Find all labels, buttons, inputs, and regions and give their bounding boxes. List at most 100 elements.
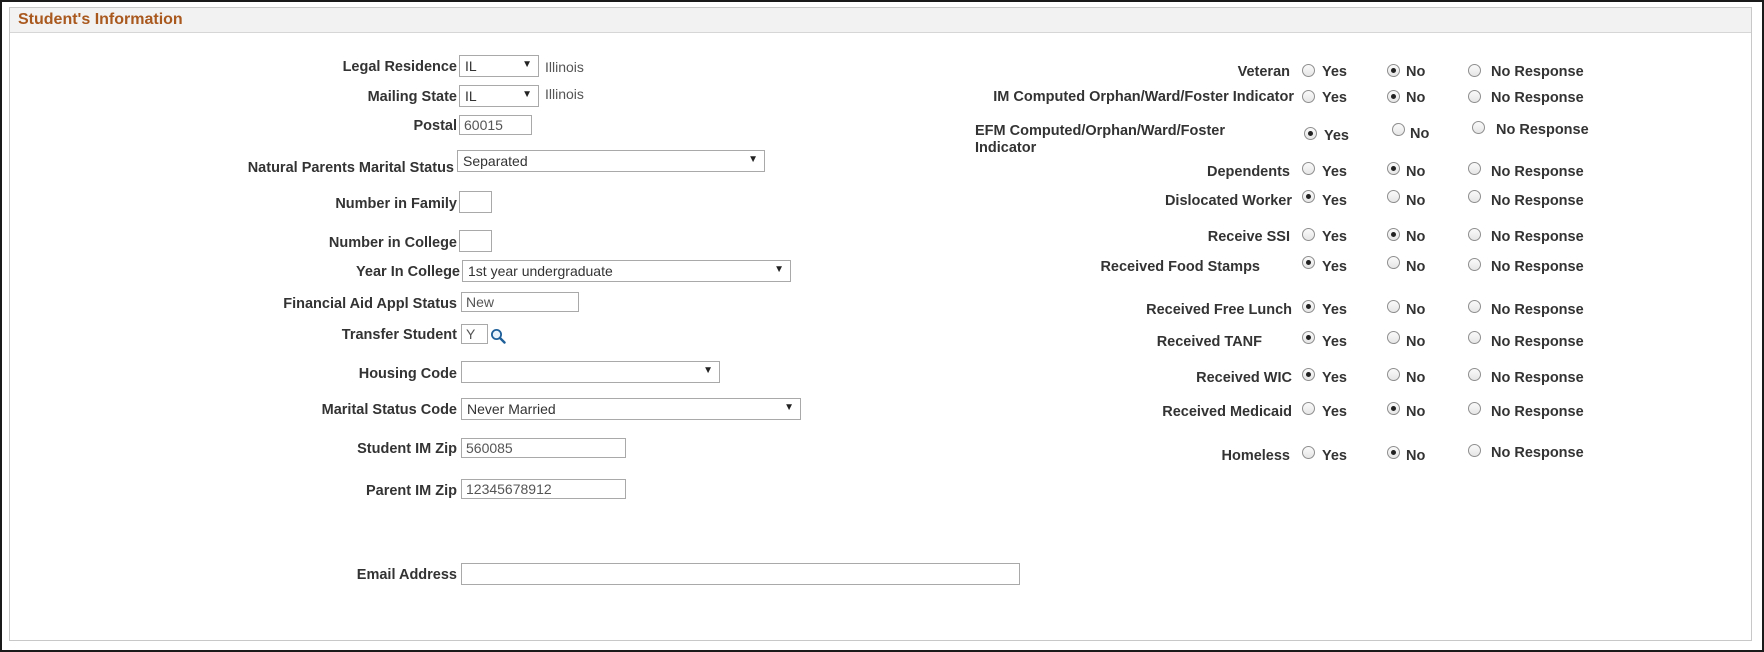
homeless-label: Homeless xyxy=(1221,448,1290,464)
chevron-down-icon: ▼ xyxy=(784,402,794,413)
housing-code-label: Housing Code xyxy=(358,366,457,382)
receive-ssi-no-radio[interactable] xyxy=(1387,228,1400,241)
received-food-stamps-no-radio[interactable] xyxy=(1387,256,1400,269)
receive-ssi-no-response-option-label: No Response xyxy=(1491,229,1584,245)
received-medicaid-no-response-option-label: No Response xyxy=(1491,404,1584,420)
chevron-down-icon: ▼ xyxy=(522,59,532,70)
number-in-college-input[interactable] xyxy=(459,230,492,252)
panel-title: Student's Information xyxy=(18,11,183,28)
dependents-label: Dependents xyxy=(1207,164,1290,180)
chevron-down-icon: ▼ xyxy=(748,154,758,165)
number-in-college-label: Number in College xyxy=(328,235,457,251)
student-im-zip-input[interactable]: 560085 xyxy=(461,438,626,458)
received-free-lunch-no-response-radio[interactable] xyxy=(1468,300,1481,313)
veteran-no-option-label: No xyxy=(1406,64,1426,80)
veteran-no-response-option-label: No Response xyxy=(1491,64,1584,80)
receive-ssi-yes-radio[interactable] xyxy=(1302,228,1315,241)
parents-marital-status-select[interactable]: Separated ▼ xyxy=(457,150,765,172)
received-wic-no-radio[interactable] xyxy=(1387,368,1400,381)
received-medicaid-yes-option-label: Yes xyxy=(1322,404,1347,420)
received-food-stamps-yes-radio[interactable] xyxy=(1302,256,1315,269)
received-wic-no-response-option-label: No Response xyxy=(1491,370,1584,386)
im-computed-orphan-ward-foster-indicator-no-option-label: No xyxy=(1406,90,1426,106)
dislocated-worker-yes-radio[interactable] xyxy=(1302,190,1315,203)
veteran-no-radio[interactable] xyxy=(1387,64,1400,77)
received-medicaid-label: Received Medicaid xyxy=(1162,404,1292,420)
received-medicaid-yes-radio[interactable] xyxy=(1302,402,1315,415)
received-tanf-yes-option-label: Yes xyxy=(1322,334,1347,350)
received-food-stamps-yes-option-label: Yes xyxy=(1322,259,1347,275)
dependents-no-response-radio[interactable] xyxy=(1468,162,1481,175)
postal-input[interactable]: 60015 xyxy=(459,115,532,135)
veteran-no-response-radio[interactable] xyxy=(1468,64,1481,77)
search-icon[interactable] xyxy=(490,328,506,344)
im-computed-orphan-ward-foster-indicator-no-response-radio[interactable] xyxy=(1468,90,1481,103)
parents-marital-status-label: Natural Parents Marital Status xyxy=(247,160,454,176)
number-in-family-label: Number in Family xyxy=(335,196,457,212)
mailing-state-select[interactable]: IL ▼ xyxy=(459,85,539,107)
legal-residence-select[interactable]: IL ▼ xyxy=(459,55,539,77)
im-computed-orphan-ward-foster-indicator-no-radio[interactable] xyxy=(1387,90,1400,103)
chevron-down-icon: ▼ xyxy=(522,89,532,100)
homeless-no-response-radio[interactable] xyxy=(1468,444,1481,457)
received-free-lunch-no-option-label: No xyxy=(1406,302,1426,318)
receive-ssi-yes-option-label: Yes xyxy=(1322,229,1347,245)
received-medicaid-no-radio[interactable] xyxy=(1387,402,1400,415)
dislocated-worker-no-response-radio[interactable] xyxy=(1468,190,1481,203)
mailing-state-description: Illinois xyxy=(545,86,584,102)
panel-header: Student's Information xyxy=(10,8,1751,33)
received-wic-yes-option-label: Yes xyxy=(1322,370,1347,386)
transfer-student-input[interactable]: Y xyxy=(461,324,488,344)
received-medicaid-no-option-label: No xyxy=(1406,404,1426,420)
received-medicaid-no-response-radio[interactable] xyxy=(1468,402,1481,415)
efm-computed-orphan-ward-foster-indicator-no-response-radio[interactable] xyxy=(1472,121,1485,134)
received-free-lunch-no-radio[interactable] xyxy=(1387,300,1400,313)
receive-ssi-no-response-radio[interactable] xyxy=(1468,228,1481,241)
efm-computed-orphan-ward-foster-indicator-label-line2: Indicator xyxy=(975,140,1037,156)
dependents-no-radio[interactable] xyxy=(1387,162,1400,175)
efm-computed-orphan-ward-foster-indicator-no-radio[interactable] xyxy=(1392,123,1405,136)
email-address-input[interactable] xyxy=(461,563,1020,585)
homeless-no-response-option-label: No Response xyxy=(1491,445,1584,461)
number-in-family-input[interactable] xyxy=(459,191,492,213)
dislocated-worker-no-radio[interactable] xyxy=(1387,190,1400,203)
transfer-student-label: Transfer Student xyxy=(341,327,457,343)
efm-computed-orphan-ward-foster-indicator-yes-option-label: Yes xyxy=(1324,128,1349,144)
dependents-yes-option-label: Yes xyxy=(1322,164,1347,180)
student-im-zip-label: Student IM Zip xyxy=(357,441,457,457)
received-tanf-no-response-option-label: No Response xyxy=(1491,334,1584,350)
im-computed-orphan-ward-foster-indicator-no-response-option-label: No Response xyxy=(1491,90,1584,106)
received-free-lunch-yes-radio[interactable] xyxy=(1302,300,1315,313)
year-in-college-select[interactable]: 1st year undergraduate ▼ xyxy=(462,260,791,282)
im-computed-orphan-ward-foster-indicator-yes-radio[interactable] xyxy=(1302,90,1315,103)
dependents-yes-radio[interactable] xyxy=(1302,162,1315,175)
veteran-yes-option-label: Yes xyxy=(1322,64,1347,80)
email-address-label: Email Address xyxy=(356,567,457,583)
financial-aid-appl-status-input[interactable]: New xyxy=(461,292,579,312)
efm-computed-orphan-ward-foster-indicator-yes-radio[interactable] xyxy=(1304,127,1317,140)
receive-ssi-label: Receive SSI xyxy=(1207,229,1290,245)
received-wic-yes-radio[interactable] xyxy=(1302,368,1315,381)
housing-code-select[interactable]: ▼ xyxy=(461,361,720,383)
efm-computed-orphan-ward-foster-indicator-no-option-label: No xyxy=(1410,126,1430,142)
received-free-lunch-no-response-option-label: No Response xyxy=(1491,302,1584,318)
homeless-yes-radio[interactable] xyxy=(1302,446,1315,459)
marital-status-code-label: Marital Status Code xyxy=(321,402,457,418)
received-tanf-no-response-radio[interactable] xyxy=(1468,331,1481,344)
veteran-yes-radio[interactable] xyxy=(1302,64,1315,77)
received-food-stamps-no-option-label: No xyxy=(1406,259,1426,275)
marital-status-code-select[interactable]: Never Married ▼ xyxy=(461,398,801,420)
year-in-college-label: Year In College xyxy=(356,264,460,280)
dislocated-worker-yes-option-label: Yes xyxy=(1322,193,1347,209)
homeless-no-radio[interactable] xyxy=(1387,446,1400,459)
legal-residence-label: Legal Residence xyxy=(342,59,457,75)
received-wic-no-response-radio[interactable] xyxy=(1468,368,1481,381)
dislocated-worker-no-option-label: No xyxy=(1406,193,1426,209)
received-tanf-yes-radio[interactable] xyxy=(1302,331,1315,344)
efm-computed-orphan-ward-foster-indicator-label-line1: EFM Computed/Orphan/Ward/Foster xyxy=(975,123,1225,139)
received-tanf-no-radio[interactable] xyxy=(1387,331,1400,344)
parent-im-zip-input[interactable]: 12345678912 xyxy=(461,479,626,499)
received-food-stamps-no-response-radio[interactable] xyxy=(1468,258,1481,271)
efm-computed-orphan-ward-foster-indicator-no-response-option-label: No Response xyxy=(1496,122,1589,138)
dependents-no-option-label: No xyxy=(1406,164,1426,180)
